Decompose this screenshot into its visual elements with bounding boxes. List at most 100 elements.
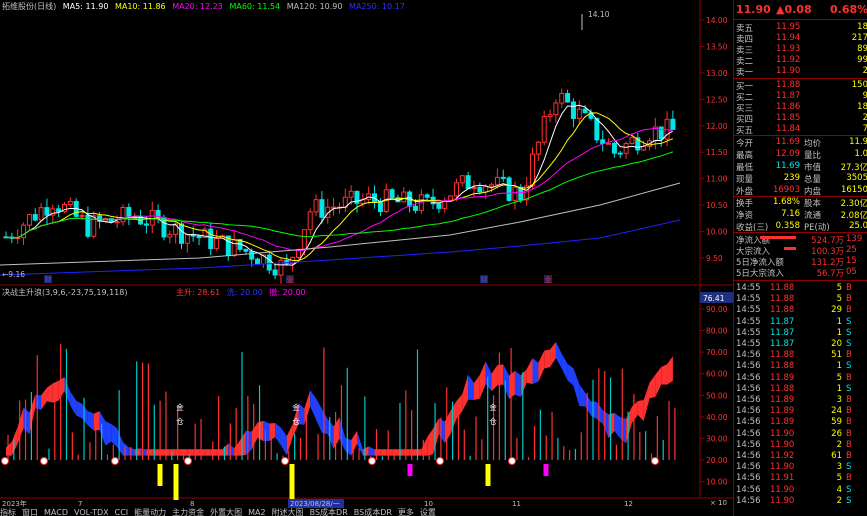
indicator-tab[interactable]: MA2 bbox=[248, 508, 265, 516]
indicator-tab[interactable]: MACD bbox=[44, 508, 68, 516]
price-axis-label: 10.50 bbox=[706, 201, 728, 210]
price-axis-label: 11.00 bbox=[706, 175, 728, 184]
candle-body bbox=[231, 239, 237, 257]
ribbon-segment bbox=[550, 341, 556, 368]
candle-body bbox=[377, 201, 383, 213]
ribbon-segment bbox=[357, 430, 363, 456]
ma20-value: MA20: 12.23 bbox=[172, 2, 223, 11]
stat-row: 外盘 16903 内盘 16150 bbox=[734, 185, 867, 197]
stat-row-cell: 净资 bbox=[736, 211, 754, 221]
gold-position-marker: 仓 bbox=[489, 416, 497, 426]
indicator-line2: 洗: 20.00 bbox=[226, 288, 263, 297]
stat-row: 收益(三) 0.358 PE(动) 25.0 bbox=[734, 221, 867, 233]
quote-header-value: ▲0.08 bbox=[776, 3, 812, 16]
indicator-tab[interactable]: BS成本DR bbox=[354, 508, 392, 516]
indicator-tab[interactable]: 指标 bbox=[0, 508, 16, 516]
tick-row: 14:56 11.90 2 S bbox=[734, 496, 867, 507]
price-axis-label: 11.50 bbox=[706, 148, 728, 157]
candle-body bbox=[600, 139, 606, 145]
ribbon-segment bbox=[304, 390, 311, 425]
price-axis-label: 13.50 bbox=[706, 42, 728, 51]
chart-area[interactable]: 14.00 13.50 13.00 12.50 12.00 11.50 11.00 10.50… bbox=[0, 0, 733, 516]
event-mark: 业 bbox=[545, 275, 552, 284]
ind-axis-label: 20.00 bbox=[706, 456, 728, 465]
candle-body bbox=[272, 269, 278, 276]
ind-current-value: 76.41 bbox=[703, 294, 725, 303]
tick-row-cell: 11.90 bbox=[770, 495, 795, 506]
ribbon-segment bbox=[667, 356, 673, 385]
stat-row-cell: 市值 bbox=[804, 163, 822, 173]
ribbon-segment bbox=[579, 384, 586, 407]
indicator-tab[interactable]: 附述大图 bbox=[272, 508, 304, 516]
tick-row: 14:56 11.89 3 B bbox=[734, 395, 867, 406]
indicator-tab[interactable]: CCI bbox=[115, 508, 129, 516]
ribbon-segment bbox=[532, 358, 539, 384]
candle-body bbox=[313, 199, 319, 213]
tick-row-cell: S bbox=[846, 495, 852, 506]
tick-row-cell: B bbox=[846, 372, 852, 383]
ind-axis-label: 60.00 bbox=[706, 370, 728, 379]
tick-row: 14:55 11.87 1 S bbox=[734, 328, 867, 339]
tick-row-cell: 1 bbox=[836, 316, 842, 327]
indicator-tab[interactable]: 窗口 bbox=[22, 508, 38, 516]
candle-body bbox=[266, 254, 272, 271]
ribbon-segment bbox=[257, 420, 264, 442]
ask-row: 卖四 11.94 217 bbox=[734, 33, 867, 45]
indicator-tab[interactable]: 主力资金 bbox=[172, 508, 204, 516]
ribbon-segment bbox=[520, 369, 527, 398]
ribbon-segment bbox=[222, 443, 229, 456]
ribbon-segment bbox=[573, 368, 580, 407]
ribbon-segment bbox=[438, 418, 445, 444]
ribbon-segment bbox=[661, 364, 668, 385]
candle-body bbox=[249, 250, 255, 260]
indicator-tab[interactable]: 外置大图 bbox=[210, 508, 242, 516]
ribbon-segment bbox=[585, 392, 591, 416]
ribbon-segment bbox=[345, 437, 352, 456]
tick-row-cell: 59 bbox=[831, 417, 842, 428]
tick-row-cell: 14:56 bbox=[736, 451, 761, 461]
indicator-tab[interactable]: 能量动力 bbox=[134, 508, 166, 516]
indicator-tabs[interactable]: 指标 窗口 MACD VOL-TDX CCI 能量动力 主力资金 外置大图 MA2 附述大图 BS成… bbox=[0, 507, 733, 516]
low-price-mark: ←9.16 bbox=[2, 270, 25, 279]
ribbon-segment bbox=[514, 370, 521, 398]
ask-row: 卖一 11.90 2 bbox=[734, 66, 867, 78]
kline-chart[interactable]: 14.00 13.50 13.00 12.50 12.00 11.50 11.00 10.50… bbox=[0, 0, 733, 516]
indicator-tab[interactable]: BS成本DR bbox=[310, 508, 348, 516]
candle-body bbox=[436, 203, 442, 209]
indicator-tab[interactable]: VOL-TDX bbox=[74, 508, 109, 516]
ribbon-segment bbox=[134, 448, 141, 456]
indicator-tab[interactable]: 更多 bbox=[398, 508, 414, 516]
gold-position-marker: 仓 bbox=[292, 416, 300, 426]
ask-row: 卖五 11.95 18 bbox=[734, 22, 867, 34]
ribbon-segment bbox=[87, 411, 94, 431]
candle-body bbox=[623, 143, 629, 154]
tick-row-cell: 14:56 bbox=[736, 462, 761, 473]
candle-body bbox=[512, 186, 518, 201]
tick-row-cell: S bbox=[846, 383, 852, 394]
stat-row-cell: 11.69 bbox=[775, 161, 800, 171]
candle-body bbox=[32, 214, 38, 221]
stat-row-cell: 16903 bbox=[772, 185, 800, 195]
flow-bar bbox=[760, 236, 796, 239]
main-legend: 拓维股份(日线) MA5: 11.90 MA10: 11.86 MA20: 12… bbox=[2, 1, 405, 12]
tick-row-cell: 11.87 bbox=[770, 327, 795, 338]
tick-row: 14:56 11.89 24 B bbox=[734, 406, 867, 417]
indicator-tab[interactable]: 设置 bbox=[420, 508, 436, 516]
tick-row-cell: 2 bbox=[836, 495, 842, 506]
tick-row-cell: 1 bbox=[836, 361, 842, 372]
tick-row: 14:56 11.90 2 B bbox=[734, 440, 867, 451]
ribbon-segment bbox=[614, 412, 621, 439]
quote-panel: 11.90 ▲0.08 0.68% 卖五 11.95 18 卖四 11.94 217 卖三 11.9… bbox=[733, 0, 867, 516]
candle-body bbox=[506, 177, 512, 201]
ribbon-segment bbox=[234, 440, 240, 456]
tick-row-cell: 11.90 bbox=[770, 439, 795, 450]
buy-signal-dot bbox=[40, 457, 48, 465]
price-axis-label: 9.50 bbox=[706, 254, 723, 263]
tick-row-cell: 11.87 bbox=[770, 316, 795, 327]
ribbon-segment bbox=[6, 441, 12, 456]
tick-row-cell: 14:56 bbox=[736, 350, 761, 361]
tick-row-cell: 14:56 bbox=[736, 417, 761, 428]
tick-row-cell: 14:55 bbox=[736, 339, 761, 349]
panel-separator bbox=[734, 232, 867, 233]
ask-row-cell: 11.90 bbox=[776, 66, 801, 76]
